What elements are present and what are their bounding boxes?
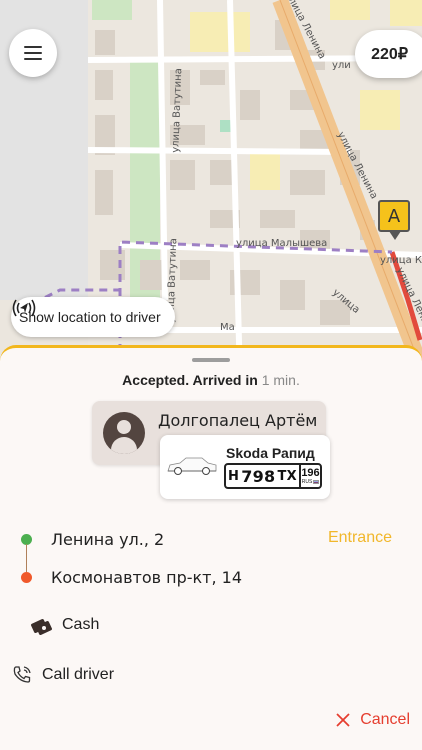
- menu-button[interactable]: [9, 29, 57, 77]
- payment-method[interactable]: Cash: [30, 614, 99, 636]
- license-plate: Н 798 ТХ 196 RUS: [224, 463, 322, 489]
- phone-call-icon: [13, 666, 31, 683]
- plate-letters: ТХ: [277, 468, 297, 484]
- street-label: улица Кр: [380, 255, 422, 266]
- hamburger-menu-icon: [24, 46, 42, 48]
- payment-label: Cash: [62, 616, 100, 633]
- hamburger-menu-icon: [24, 52, 42, 54]
- car-icon: [167, 457, 217, 475]
- close-icon: [336, 713, 350, 727]
- map-view[interactable]: улица Ленина улица Ленина улица Ленина у…: [0, 0, 422, 380]
- status-text: Accepted. Arrived in: [122, 372, 258, 388]
- price-badge[interactable]: 220₽: [355, 30, 422, 78]
- location-broadcast-icon: [12, 299, 36, 317]
- russian-flag-icon: [313, 479, 320, 484]
- street-label: Ма: [220, 322, 235, 333]
- destination-address[interactable]: Космонавтов пр-кт, 14: [51, 568, 242, 587]
- order-sheet: Accepted. Arrived in 1 min. Долгопалец А…: [0, 345, 422, 750]
- cancel-label: Cancel: [360, 711, 410, 728]
- plate-letter: Н: [228, 468, 240, 484]
- price-value: 220₽: [371, 46, 408, 63]
- show-location-label: Show location to driver: [19, 309, 161, 325]
- user-avatar-icon: [103, 412, 145, 454]
- origin-address[interactable]: Ленина ул., 2: [51, 530, 164, 549]
- route-connector: [26, 544, 27, 572]
- pickup-marker-pointer: [389, 231, 401, 240]
- car-card: Skoda Рапид Н 798 ТХ 196 RUS: [160, 435, 330, 499]
- destination-dot-icon: [21, 572, 32, 583]
- plate-region: 196: [301, 466, 320, 479]
- pickup-marker[interactable]: A: [378, 200, 410, 232]
- call-driver-label: Call driver: [42, 666, 115, 683]
- sheet-grabber[interactable]: [192, 358, 230, 362]
- show-location-button[interactable]: Show location to driver: [11, 297, 175, 337]
- plate-country: RUS: [301, 478, 313, 485]
- order-status: Accepted. Arrived in 1 min.: [0, 372, 422, 388]
- car-model: Skoda Рапид: [226, 445, 315, 461]
- entrance-button[interactable]: Entrance: [328, 529, 392, 547]
- call-driver-button[interactable]: Call driver: [12, 665, 114, 685]
- driver-name: Долгопалец Артём: [158, 411, 318, 430]
- status-eta: 1 min.: [261, 372, 300, 388]
- street-label: улица Малышева: [236, 238, 328, 249]
- cash-icon: [31, 619, 52, 635]
- cancel-button[interactable]: Cancel: [336, 711, 410, 729]
- plate-digits: 798: [241, 466, 276, 486]
- street-label: ули: [332, 60, 351, 71]
- pickup-marker-label: A: [387, 205, 401, 227]
- hamburger-menu-icon: [24, 58, 42, 60]
